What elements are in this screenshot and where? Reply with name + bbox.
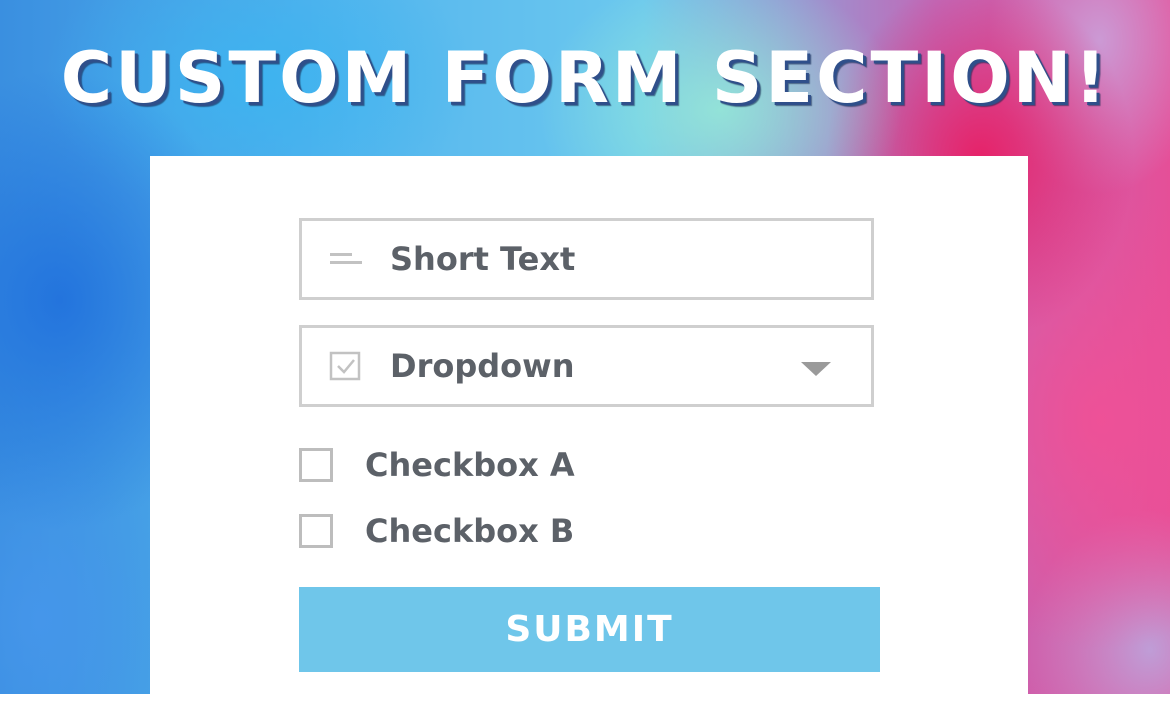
submit-button[interactable]: SUBMIT (299, 587, 880, 672)
dropdown-select[interactable]: Dropdown (299, 325, 874, 407)
caret-down-icon[interactable] (801, 362, 831, 376)
checkbox-a[interactable] (299, 448, 333, 482)
short-text-field[interactable]: Short Text (299, 218, 874, 300)
short-text-icon (302, 249, 390, 269)
checklist-icon (302, 349, 390, 383)
dropdown-label: Dropdown (390, 347, 575, 385)
short-text-label: Short Text (390, 240, 576, 278)
page-heading: CUSTOM FORM SECTION! (60, 37, 1110, 119)
checkbox-a-row[interactable]: Checkbox A (299, 446, 575, 484)
checkbox-b-label: Checkbox B (365, 512, 575, 550)
checkbox-a-label: Checkbox A (365, 446, 575, 484)
checkbox-b[interactable] (299, 514, 333, 548)
checkbox-b-row[interactable]: Checkbox B (299, 512, 574, 550)
